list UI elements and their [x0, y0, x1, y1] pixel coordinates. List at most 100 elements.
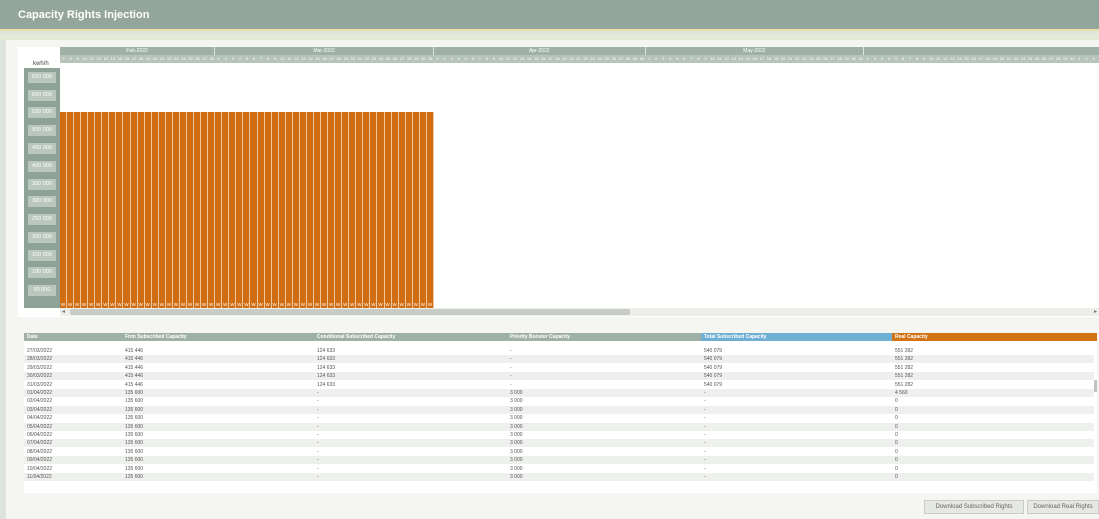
chart-bar[interactable]: W [257, 112, 265, 308]
arrow-right-icon[interactable]: ▸ [1094, 308, 1097, 315]
arrow-left-icon[interactable]: ◂ [62, 308, 65, 315]
column-header[interactable]: Conditional Subscribed Capacity [314, 333, 507, 341]
chart-bar[interactable]: W [419, 112, 427, 308]
chart-bar[interactable]: W [67, 112, 75, 308]
chart-bar[interactable]: W [328, 112, 336, 308]
chart-bar[interactable]: W [243, 112, 251, 308]
chart-bar[interactable]: W [285, 112, 293, 308]
download-subscribed-rights-button[interactable]: Download Subscribed Rights [924, 500, 1024, 514]
column-header[interactable]: Date [24, 333, 122, 341]
chart-bar[interactable]: W [88, 112, 96, 308]
table-cell: 124 633 [317, 348, 336, 354]
chart-bar[interactable]: W [384, 112, 392, 308]
chart-bar[interactable]: W [349, 112, 357, 308]
chart-bar[interactable]: W [158, 112, 166, 308]
chart-bar[interactable]: W [335, 112, 343, 308]
column-header[interactable]: Real Capacity [892, 333, 1097, 341]
chart-bar[interactable]: W [292, 112, 300, 308]
chart-bar[interactable]: W [151, 112, 159, 308]
chart-bar[interactable]: W [194, 112, 202, 308]
chart-bar[interactable]: W [179, 112, 187, 308]
column-header[interactable]: Priority Booster Capacity [507, 333, 701, 341]
table-row[interactable]: 09/04/2022 135 600 - 3 000 - 0 [24, 456, 1094, 465]
chart-bar[interactable]: W [299, 112, 307, 308]
table-cell: 3 000 [510, 457, 523, 464]
bar-label: W [152, 302, 157, 307]
chart-bar[interactable]: W [215, 112, 223, 308]
chart-bar[interactable]: W [130, 112, 138, 308]
bar-label: W [67, 302, 73, 307]
table-row[interactable]: 07/04/2022 135 600 - 3 000 - 0 [24, 439, 1094, 448]
chart-bar[interactable]: W [321, 112, 329, 308]
chart-bar[interactable]: W [271, 112, 279, 308]
table-row[interactable]: 11/04/2022 135 600 - 3 000 - 0 [24, 473, 1094, 481]
chart-bar[interactable]: W [81, 112, 89, 308]
day-label: 12 [294, 56, 299, 61]
chart-bar[interactable]: W [186, 112, 195, 308]
day-label: 27 [202, 56, 207, 61]
chart-bar[interactable]: W [405, 112, 413, 308]
table-row[interactable]: 28/03/2022 415 446 124 633 - 540 079 551 282 [24, 355, 1094, 364]
table-row[interactable]: 06/04/2022 135 600 - 3 000 - 0 [24, 431, 1094, 439]
table-vertical-scrollbar[interactable] [1094, 343, 1098, 493]
chart-bar[interactable]: W [172, 112, 180, 308]
chart-bar[interactable]: W [236, 112, 244, 308]
chart-bar[interactable]: W [144, 112, 152, 308]
day-label: 23 [802, 56, 807, 61]
scrollbar-thumb[interactable] [70, 309, 630, 315]
chart-bar[interactable]: W [109, 112, 117, 308]
table-row[interactable]: 08/04/2022 135 600 - 3 000 - 0 [24, 448, 1094, 456]
chart-bar[interactable]: W [398, 112, 406, 308]
table-cell: 3 000 [510, 406, 523, 413]
table-cell: - [704, 465, 706, 472]
chart-bar[interactable]: W [116, 112, 124, 308]
chart-bar[interactable]: W [264, 112, 272, 308]
chart-bar[interactable]: W [356, 112, 364, 308]
bar-label: W [420, 302, 425, 307]
table-row[interactable]: 03/04/2022 135 600 - 3 000 - 0 [24, 405, 1094, 414]
chart-bar[interactable]: W [123, 112, 131, 308]
day-label: 7 [62, 56, 65, 61]
table-cell: - [317, 457, 319, 464]
chart-bar[interactable]: W [102, 112, 110, 308]
table-row[interactable]: 31/03/2022 415 446 124 633 - 540 079 551 282 [24, 381, 1094, 389]
chart-bar[interactable]: W [426, 112, 434, 308]
table-row[interactable]: 04/04/2022 135 600 - 3 000 - 0 [24, 414, 1094, 422]
table-cell: - [317, 390, 319, 396]
chart-bar[interactable]: W [363, 112, 371, 308]
table-cell: 135 600 [125, 448, 144, 455]
chart-bar[interactable]: W [137, 112, 145, 308]
chart-bar[interactable]: W [165, 112, 173, 308]
chart-bar[interactable]: W [412, 112, 420, 308]
chart-bar[interactable]: W [222, 112, 230, 308]
chart-bar[interactable]: W [377, 112, 385, 308]
day-label: 3 [450, 56, 453, 61]
table-row[interactable]: 01/04/2022 135 600 - 3 000 - 4 560 [24, 389, 1094, 397]
chart-bar[interactable]: W [95, 112, 103, 308]
table-row[interactable]: 30/03/2022 415 446 124 633 - 540 079 551 282 [24, 372, 1094, 381]
chart-bar[interactable]: W [229, 112, 237, 308]
column-header[interactable]: Firm Subscribed Capacity [122, 333, 314, 341]
table-row[interactable]: 05/04/2022 135 600 - 3 000 - 0 [24, 422, 1094, 431]
table-row[interactable]: 10/04/2022 135 600 - 3 000 - 0 [24, 465, 1094, 473]
table-cell: 3 000 [510, 448, 523, 455]
chart-bar[interactable]: W [250, 112, 258, 308]
chart-bar[interactable]: W [370, 112, 378, 308]
chart-bar[interactable]: W [306, 112, 314, 308]
chart-bar[interactable]: W [313, 112, 322, 308]
chart-bar[interactable]: W [74, 112, 82, 308]
bar-label: W [357, 302, 362, 307]
chart-bar[interactable]: W [201, 112, 209, 308]
chart-bar[interactable]: W [391, 112, 399, 308]
table-row[interactable]: 29/03/2022 415 446 124 633 - 540 079 551 282 [24, 364, 1094, 372]
scrollbar-thumb[interactable] [1094, 380, 1097, 392]
table-row[interactable]: 02/04/2022 135 600 - 3 000 - 0 [24, 397, 1094, 405]
chart-bar[interactable]: W [60, 112, 68, 308]
column-header[interactable]: Total Subscribed Capacity [701, 333, 892, 341]
table-row[interactable]: 27/03/2022 415 446 124 633 - 540 079 551 282 [24, 347, 1094, 355]
chart-bar[interactable]: W [208, 112, 216, 308]
chart-bar[interactable]: W [278, 112, 286, 308]
chart-horizontal-scrollbar[interactable]: ◂ ▸ [60, 308, 1099, 316]
chart-bar[interactable]: W [342, 112, 350, 308]
download-real-rights-button[interactable]: Download Real Rights [1027, 500, 1099, 514]
